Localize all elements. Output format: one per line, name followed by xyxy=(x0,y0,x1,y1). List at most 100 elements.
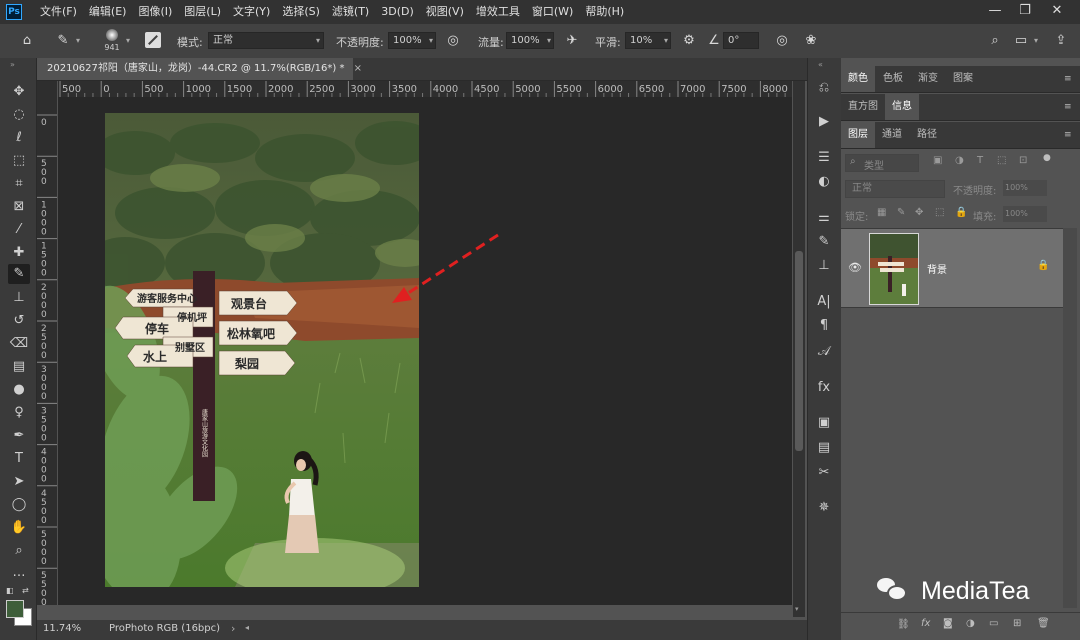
new-layer-icon[interactable]: ⊞ xyxy=(1013,618,1021,629)
ellipse-tool-icon[interactable]: ◯ xyxy=(8,495,30,515)
pen-tool-icon[interactable]: ✒ xyxy=(8,426,30,446)
tab-info[interactable]: 信息 xyxy=(885,94,919,120)
new-group-icon[interactable]: ▭ xyxy=(989,618,998,629)
filter-type-icon[interactable]: T xyxy=(977,155,983,166)
smoothing-input[interactable]: 10% ▾ xyxy=(625,32,671,49)
gear-icon[interactable]: ⚙ xyxy=(680,32,698,50)
lock-artboard-icon[interactable]: ⬚ xyxy=(935,207,944,218)
flow-input[interactable]: 100% ▾ xyxy=(506,32,554,49)
opacity-dropdown[interactable] xyxy=(1035,180,1047,196)
tab-color[interactable]: 颜色 xyxy=(841,66,875,92)
scroll-down-icon[interactable]: ▾ xyxy=(795,605,799,613)
lasso-tool-icon[interactable]: ℓ xyxy=(8,128,30,148)
lock-all-icon[interactable]: 🔒 xyxy=(955,207,967,218)
lock-pixels-icon[interactable]: ✎ xyxy=(897,207,905,218)
move-tool-icon[interactable]: ✥ xyxy=(8,82,30,102)
brushes-panel-icon[interactable]: ✎ xyxy=(814,232,834,252)
tab-histogram[interactable]: 直方图 xyxy=(841,94,885,120)
status-menu-icon[interactable]: › xyxy=(231,622,235,635)
collapse-icon[interactable]: « xyxy=(818,60,823,69)
lock-position-icon[interactable]: ✥ xyxy=(915,207,923,218)
filter-smart-object-icon[interactable]: ⊡ xyxy=(1019,155,1027,166)
layer-name[interactable]: 背景 xyxy=(927,261,947,276)
chevron-down-icon[interactable]: ▾ xyxy=(1034,36,1038,45)
scroll-left-icon[interactable]: ◂ xyxy=(245,623,249,632)
paragraph-panel-icon[interactable]: ¶ xyxy=(814,316,834,336)
properties-panel-icon[interactable]: ⚌ xyxy=(814,208,834,228)
menu-layer[interactable]: 图层(L) xyxy=(178,0,227,24)
lock-transparent-icon[interactable]: ▦ xyxy=(877,207,886,218)
tab-gradients[interactable]: 渐变 xyxy=(911,66,945,92)
styles-panel-icon[interactable]: ◐ xyxy=(814,172,834,192)
menu-edit[interactable]: 编辑(E) xyxy=(83,0,133,24)
crop-tool-icon[interactable]: ⌗ xyxy=(8,174,30,194)
healing-brush-tool-icon[interactable]: ✚ xyxy=(8,243,30,263)
brush-settings-icon[interactable] xyxy=(145,32,161,48)
path-select-tool-icon[interactable]: ➤ xyxy=(8,472,30,492)
layer-opacity-input[interactable]: 100% xyxy=(1003,180,1037,196)
layer-filter-select[interactable]: ⌕ 类型 xyxy=(845,154,919,172)
fx-icon[interactable]: fx xyxy=(921,618,930,629)
glyphs-panel-icon[interactable]: 𝒜 xyxy=(814,342,834,362)
foreground-color-swatch[interactable] xyxy=(6,600,24,618)
photoshop-logo-icon[interactable]: Ps xyxy=(6,4,22,20)
tab-paths[interactable]: 路径 xyxy=(910,122,944,148)
pressure-size-icon[interactable]: ◎ xyxy=(773,32,791,50)
layer-styles-panel-icon[interactable]: fx xyxy=(814,378,834,398)
vertical-scroll-thumb[interactable] xyxy=(795,251,803,451)
frame-tool-icon[interactable]: ⊠ xyxy=(8,197,30,217)
vertical-ruler[interactable]: 0500100015002000250030003500400045005000… xyxy=(37,97,57,605)
menu-type[interactable]: 文字(Y) xyxy=(227,0,276,24)
restore-button[interactable]: ❐ xyxy=(1010,0,1040,24)
chevron-down-icon[interactable]: ▾ xyxy=(76,36,80,45)
collapse-icon[interactable]: » xyxy=(10,60,15,69)
zoom-tool-icon[interactable]: ⌕ xyxy=(8,541,30,561)
tab-patterns[interactable]: 图案 xyxy=(946,66,980,92)
menu-view[interactable]: 视图(V) xyxy=(420,0,470,24)
history-panel-icon[interactable]: ⎌ xyxy=(814,78,834,98)
quick-select-tool-icon[interactable]: ⬚ xyxy=(8,151,30,171)
eraser-tool-icon[interactable]: ⌫ xyxy=(8,334,30,354)
history-brush-tool-icon[interactable]: ↺ xyxy=(8,311,30,331)
gradient-tool-icon[interactable]: ▤ xyxy=(8,357,30,377)
actions-panel-icon[interactable]: ▶ xyxy=(814,112,834,132)
menu-filter[interactable]: 滤镜(T) xyxy=(326,0,375,24)
horizontal-ruler[interactable]: 500 0 500 1000 1500 2000 2500 3000 3500 4000 4500 5… xyxy=(58,81,792,97)
filter-pixel-icon[interactable]: ▣ xyxy=(933,155,942,166)
tool-presets-panel-icon[interactable]: ✂ xyxy=(814,463,834,483)
panel-menu-icon[interactable]: ≡ xyxy=(1064,102,1072,112)
blend-mode-select[interactable]: 正常 xyxy=(845,180,945,198)
comments-panel-icon[interactable]: ▤ xyxy=(814,438,834,458)
layers-scrollbar[interactable] xyxy=(1063,228,1077,608)
zoom-level[interactable]: 11.74% xyxy=(43,623,81,634)
panel-menu-icon[interactable]: ≡ xyxy=(1064,130,1072,140)
stamp-tool-icon[interactable]: ⊥ xyxy=(8,288,30,308)
filter-toggle-icon[interactable]: ● xyxy=(1043,153,1051,163)
vertical-scrollbar[interactable]: ▾ xyxy=(793,81,805,617)
chevron-down-icon[interactable]: ▾ xyxy=(126,36,130,45)
brush-tool-icon[interactable]: ✎ xyxy=(8,264,30,284)
visibility-eye-icon[interactable]: 👁 xyxy=(848,261,862,274)
tab-layers[interactable]: 图层 xyxy=(841,122,875,148)
canvas-area[interactable]: 游客服务中心 观景台 停机坪 停车 松林氧吧 别墅区 水上 梨园 唐家山旅游文化… xyxy=(58,97,792,605)
minimize-button[interactable]: — xyxy=(980,0,1010,24)
fill-dropdown[interactable] xyxy=(1035,206,1047,222)
menu-3d[interactable]: 3D(D) xyxy=(375,0,420,24)
search-icon[interactable]: ⌕ xyxy=(986,32,1004,50)
menu-window[interactable]: 窗口(W) xyxy=(526,0,579,24)
layer-row[interactable]: 👁 背景 🔒 xyxy=(841,228,1063,308)
clone-source-panel-icon[interactable]: ⊥ xyxy=(814,256,834,276)
pressure-opacity-icon[interactable]: ◎ xyxy=(444,32,462,50)
default-colors-icon[interactable]: ◧ xyxy=(6,586,14,595)
adjustments-panel-icon[interactable]: ☰ xyxy=(814,148,834,168)
layer-thumbnail[interactable] xyxy=(869,233,919,305)
home-icon[interactable]: ⌂ xyxy=(18,32,36,50)
close-button[interactable]: ✕ xyxy=(1042,0,1072,24)
ruler-origin[interactable] xyxy=(37,81,57,97)
menu-plugins[interactable]: 增效工具 xyxy=(470,0,526,24)
brush-preset-picker[interactable]: 941 xyxy=(100,27,124,57)
workspace-icon[interactable]: ▭ xyxy=(1012,32,1030,50)
mode-select[interactable]: 正常 ▾ xyxy=(208,32,324,49)
notes-panel-icon[interactable]: ▣ xyxy=(814,413,834,433)
character-panel-icon[interactable]: A| xyxy=(814,292,834,312)
